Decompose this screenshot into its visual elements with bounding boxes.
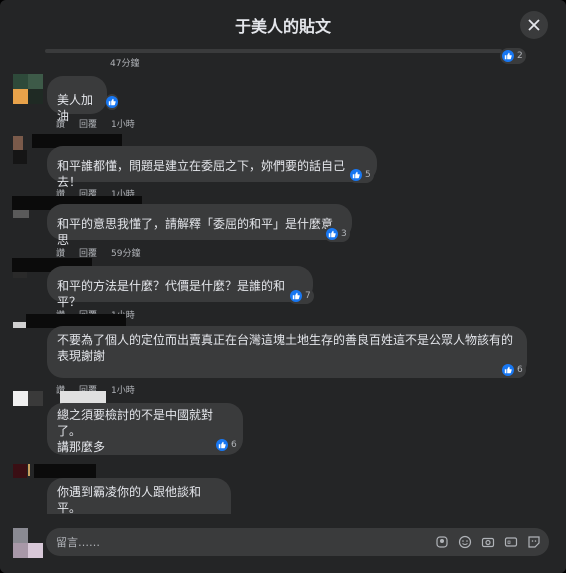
photo-button[interactable]: [480, 534, 495, 549]
comment-text: 和平誰都懂，問題是建立在委屈之下，妳們要的話自己去！: [57, 159, 346, 189]
camera-icon: [481, 537, 494, 547]
dialog-header: 于美人的貼文: [0, 0, 566, 48]
reply-link[interactable]: 回覆: [79, 117, 97, 130]
comment-text: 總之須要檢討的不是中國就對了。 講那麼多: [57, 408, 214, 454]
comment-bubble: 你遇到霸凌你的人跟他談和平。 你越委屈他只會變本加厲。: [47, 478, 231, 514]
comment-bubble: 美人加油: [47, 76, 107, 123]
like-reaction-icon: [290, 290, 302, 302]
reaction-count: 7: [305, 291, 311, 301]
comment-input-placeholder: 留言……: [56, 536, 100, 549]
reaction-count-badge[interactable]: 2: [500, 48, 526, 64]
post-dialog: 于美人的貼文 47分鐘 2 美人加油 讚 回覆 1小時 和平誰都懂，問題是建立在…: [0, 0, 566, 573]
like-link[interactable]: 讚: [56, 117, 65, 130]
avatar[interactable]: [13, 74, 43, 104]
previous-comment-meta: 47分鐘: [110, 56, 139, 69]
avatar[interactable]: [13, 391, 43, 421]
like-reaction-icon: [502, 364, 514, 376]
reaction-count-badge[interactable]: 7: [288, 288, 314, 304]
like-reaction-icon: [326, 228, 338, 240]
composer-tools: [434, 534, 541, 549]
like-reaction-icon: [502, 50, 514, 62]
comment-text: 和平的意思我懂了，請解釋「委屈的和平」是什麼意思: [57, 217, 334, 247]
previous-comment-bubble-edge: [45, 49, 502, 53]
comment-bubble: 不要為了個人的定位而出賣真正在台灣這塊土地生存的善良百姓這不是公眾人物該有的 表…: [47, 326, 527, 378]
reaction-count-badge[interactable]: 6: [500, 362, 526, 378]
like-reaction-icon: [106, 96, 118, 108]
comment-text: 不要為了個人的定位而出賣真正在台灣這塊土地生存的善良百姓這不是公眾人物該有的 表…: [57, 333, 514, 363]
redacted-name: [34, 464, 96, 478]
reaction-count-badge[interactable]: 5: [348, 167, 374, 183]
dialog-title: 于美人的貼文: [234, 17, 331, 36]
comment-actions: 讚 回覆 1小時: [56, 117, 135, 130]
comment-time: 59分鐘: [111, 249, 141, 259]
comments-list[interactable]: 47分鐘 2 美人加油 讚 回覆 1小時 和平誰都懂，問題是建立在委屈之下，妳們…: [0, 46, 566, 514]
reaction-count: 2: [517, 51, 523, 61]
close-icon: [528, 19, 540, 31]
reaction-count-badge[interactable]: 3: [324, 226, 350, 242]
emoji-button[interactable]: [457, 534, 472, 549]
comment-bubble: 和平誰都懂，問題是建立在委屈之下，妳們要的話自己去！: [47, 146, 377, 189]
comment-time: 1小時: [111, 386, 135, 396]
reaction-count: 6: [517, 365, 523, 375]
sticker-icon: [527, 535, 540, 548]
reaction-count: 5: [365, 170, 371, 180]
sticker-button[interactable]: [526, 534, 541, 549]
comment-bubble: 和平的方法是什麼？代價是什麼？是誰的和平？: [47, 266, 313, 309]
avatar-sticker-icon: [435, 535, 448, 548]
like-reaction-icon: [216, 439, 228, 451]
comment-text: 和平的方法是什麼？代價是什麼？是誰的和平？: [57, 279, 286, 309]
gif-button[interactable]: [503, 534, 518, 549]
current-user-avatar: [13, 528, 43, 558]
comment-time: 47分鐘: [110, 59, 140, 69]
reaction-count-badge[interactable]: [106, 94, 118, 110]
close-button[interactable]: [520, 11, 548, 39]
comment-bubble: 和平的意思我懂了，請解釋「委屈的和平」是什麼意思: [47, 204, 352, 247]
emoji-icon: [458, 535, 471, 548]
comment-composer: 留言……: [0, 520, 566, 573]
avatar-sticker-button[interactable]: [434, 534, 449, 549]
comment-text: 你遇到霸凌你的人跟他談和平。 你越委屈他只會變本加厲。: [57, 485, 202, 514]
reaction-count: 6: [231, 440, 237, 450]
reaction-count: 3: [341, 229, 347, 239]
like-reaction-icon: [350, 169, 362, 181]
reaction-count-badge[interactable]: 6: [214, 437, 240, 453]
comment-input[interactable]: 留言……: [46, 528, 549, 556]
gif-icon: [504, 536, 517, 547]
comment-time: 1小時: [111, 120, 135, 130]
